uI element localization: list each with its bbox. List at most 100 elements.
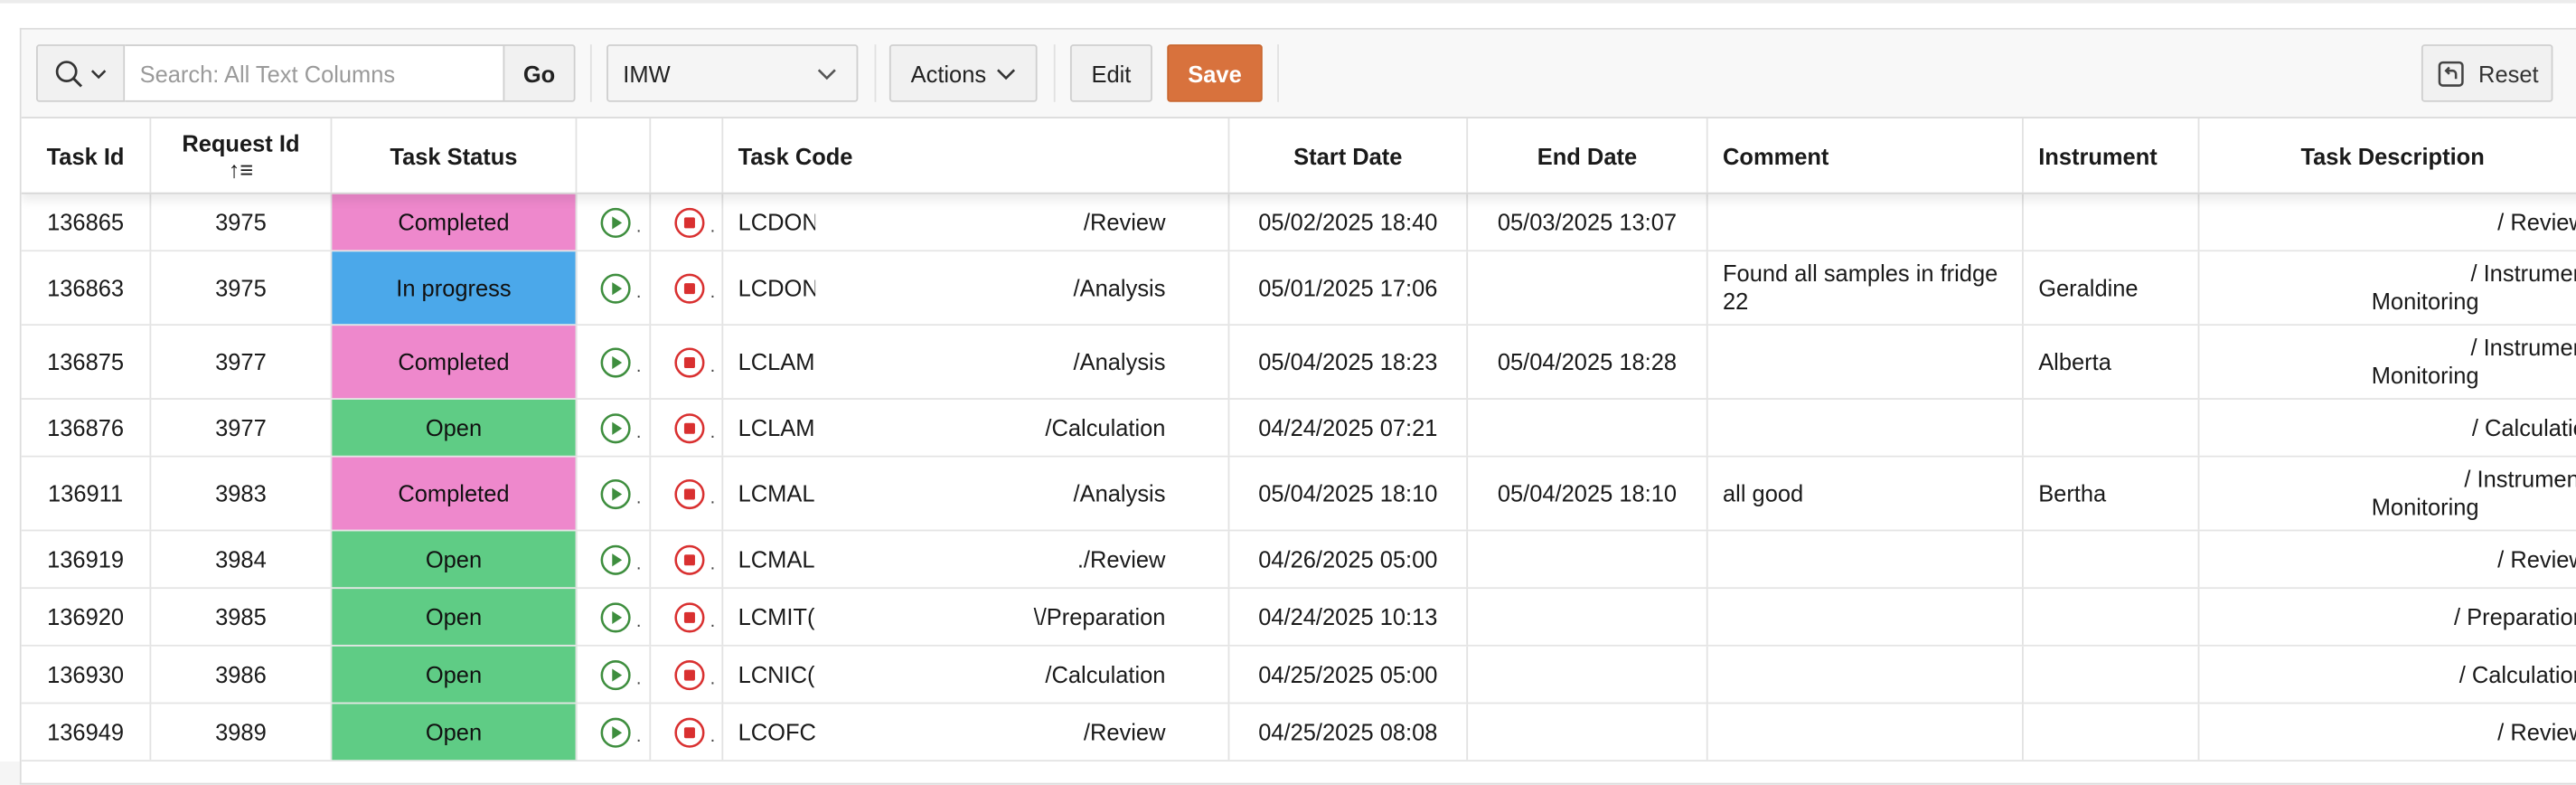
go-button[interactable]: Go — [503, 44, 576, 102]
cell-request-id: 3977 — [151, 326, 333, 399]
cell-task-code: LCOFC(/Review — [723, 704, 1230, 761]
cell-task-code: LCDON/Analysis — [723, 251, 1230, 325]
table-row[interactable]: 136911 3983 Completed.. LCMAL/Analysis 05/04… — [21, 457, 2576, 532]
table-row[interactable]: 136865 3975 Completed.. LCDON/Review 05/02/2… — [21, 194, 2576, 252]
cell-end-date — [1468, 399, 1708, 456]
ellipsis-icon: . — [710, 422, 716, 443]
col-header-task-code[interactable]: Task Code — [723, 118, 1230, 193]
grid-toolbar: Search: All Text Columns Go IMW Actions … — [21, 29, 2576, 118]
start-task-button[interactable]: . — [577, 646, 652, 703]
col-header-request-id[interactable]: Request Id ↑≡ — [151, 118, 333, 193]
stop-task-button[interactable]: . — [651, 251, 724, 325]
start-task-button[interactable]: . — [577, 326, 652, 399]
col-header-label: Task Code — [738, 142, 853, 169]
task-code-suffix: /Calculation — [1045, 661, 1166, 688]
cell-instrument — [2024, 704, 2200, 761]
stop-task-button[interactable]: . — [651, 646, 724, 703]
start-task-button[interactable]: . — [577, 589, 652, 645]
status-badge: Open — [332, 704, 578, 761]
cell-task-code: LCNIC(/Calculation — [723, 646, 1230, 703]
task-description-text: / Calculation — [2459, 660, 2576, 688]
cell-start-date: 04/26/2025 05:00 — [1229, 531, 1469, 588]
table-row[interactable]: 136919 3984 Open.. LCMAL ./Review 04/26/2025 … — [21, 531, 2576, 590]
col-header-comment[interactable]: Comment — [1708, 118, 2024, 193]
grid-header: Task Id Request Id ↑≡ Task Status Task C… — [21, 118, 2576, 194]
cell-task-id: 136876 — [22, 399, 152, 456]
task-description-line1: / Review — [2497, 544, 2576, 572]
reset-button[interactable]: Reset — [2421, 44, 2553, 102]
col-header-task-status[interactable]: Task Status — [332, 118, 578, 193]
table-row[interactable]: 136863 3975 In progress.. LCDON/Analysis 05/… — [21, 251, 2576, 326]
table-row[interactable]: 136949 3989 Open.. LCOFC(/Review 04/25/2025 … — [21, 704, 2576, 762]
ellipsis-icon: . — [710, 217, 716, 237]
edit-button[interactable]: Edit — [1069, 44, 1152, 102]
ellipsis-icon: . — [635, 488, 642, 508]
col-header-label: Task Description — [2300, 142, 2485, 169]
search-column-selector[interactable] — [36, 44, 126, 102]
cell-task-id: 136919 — [22, 531, 152, 588]
actions-label: Actions — [910, 60, 987, 87]
table-row[interactable]: 136876 3977 Open.. LCLAM(/Calculation 04/24/… — [21, 399, 2576, 458]
col-header-instrument[interactable]: Instrument — [2024, 118, 2200, 193]
cell-end-date — [1468, 704, 1708, 761]
task-code-prefix: LCDON — [738, 274, 816, 301]
cell-comment — [1708, 531, 2024, 588]
start-task-button[interactable]: . — [577, 251, 652, 325]
status-badge: Open — [332, 646, 578, 703]
start-task-button[interactable]: . — [577, 704, 652, 761]
cell-request-id: 3984 — [151, 531, 333, 588]
cell-task-description: / Instrumen Monitoring — [2199, 251, 2576, 324]
table-row[interactable]: 136920 3985 Open.. LCMIT(\/Preparation 04/24… — [21, 589, 2576, 647]
cell-task-description: / Calculatio — [2199, 400, 2576, 456]
stop-icon — [674, 412, 706, 444]
start-task-button[interactable]: . — [577, 194, 652, 251]
play-icon — [600, 601, 632, 633]
report-select[interactable]: IMW — [606, 44, 859, 102]
stop-task-button[interactable]: . — [651, 457, 724, 530]
cell-task-description: / Preparation — [2199, 589, 2576, 645]
ellipsis-icon: . — [710, 669, 716, 690]
cell-task-code: LCDON/Review — [723, 194, 1230, 251]
ellipsis-icon: . — [635, 726, 642, 747]
cell-start-date: 05/01/2025 17:06 — [1229, 251, 1469, 325]
status-badge: Completed — [332, 194, 578, 251]
ellipsis-icon: . — [635, 669, 642, 690]
col-header-start-date[interactable]: Start Date — [1229, 118, 1469, 193]
cell-start-date: 04/25/2025 08:08 — [1229, 704, 1469, 761]
col-header-label: Instrument — [2038, 142, 2158, 169]
stop-task-button[interactable]: . — [651, 531, 724, 588]
stop-task-button[interactable]: . — [651, 194, 724, 251]
col-header-task-description[interactable]: Task Description — [2199, 118, 2576, 193]
col-header-label: Task Status — [390, 142, 518, 169]
actions-menu-button[interactable]: Actions — [888, 44, 1038, 102]
chevron-down-icon — [817, 67, 837, 80]
start-task-button[interactable]: . — [577, 399, 652, 456]
cell-request-id: 3989 — [151, 704, 333, 761]
stop-task-button[interactable]: . — [651, 704, 724, 761]
save-button[interactable]: Save — [1167, 44, 1263, 102]
cell-comment — [1708, 399, 2024, 456]
table-row[interactable]: 136930 3986 Open.. LCNIC(/Calculation 04/25/… — [21, 646, 2576, 705]
start-task-button[interactable]: . — [577, 531, 652, 588]
ellipsis-icon: . — [710, 356, 716, 377]
task-description-text: / Preparation — [2454, 603, 2576, 631]
cell-comment — [1708, 589, 2024, 645]
stop-task-button[interactable]: . — [651, 326, 724, 399]
ellipsis-icon: . — [635, 282, 642, 303]
task-description-line1: / Review — [2497, 717, 2576, 744]
ellipsis-icon: . — [635, 217, 642, 237]
top-border — [0, 0, 2576, 4]
start-task-button[interactable]: . — [577, 457, 652, 530]
table-row[interactable]: 136875 3977 Completed.. LCLAM(/Analysis 05/0… — [21, 326, 2576, 400]
col-header-task-id[interactable]: Task Id — [22, 118, 152, 193]
stop-task-button[interactable]: . — [651, 399, 724, 456]
ellipsis-icon: . — [635, 611, 642, 632]
stop-task-button[interactable]: . — [651, 589, 724, 645]
col-header-end-date[interactable]: End Date — [1468, 118, 1708, 193]
search-input[interactable]: Search: All Text Columns — [125, 44, 503, 102]
task-description-line2: Monitoring — [2371, 493, 2479, 520]
cell-task-code: LCLAM(/Calculation — [723, 399, 1230, 456]
ellipsis-icon: . — [710, 553, 716, 574]
chevron-down-icon — [90, 67, 107, 80]
cell-end-date — [1468, 646, 1708, 703]
